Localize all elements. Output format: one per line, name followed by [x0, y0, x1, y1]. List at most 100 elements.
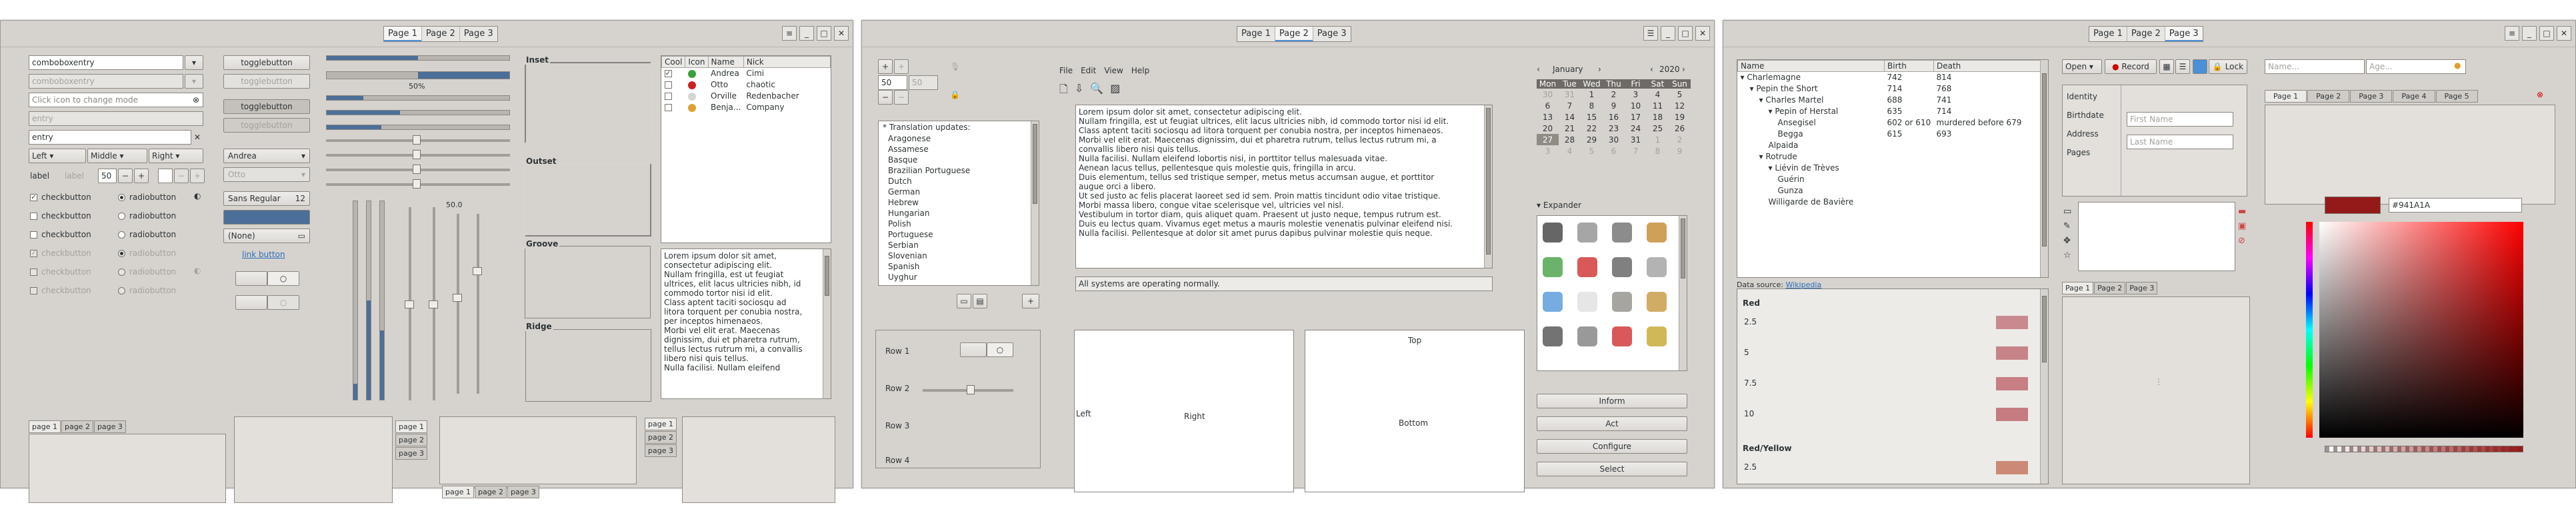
name-field[interactable]: Name...	[2265, 59, 2365, 74]
column-header[interactable]: Name	[707, 56, 744, 68]
scrollbar[interactable]	[823, 249, 831, 398]
file-chooser-button[interactable]: (None) ▭	[223, 229, 310, 243]
scale-knob[interactable]	[405, 300, 414, 308]
calendar-year[interactable]: 2020	[1659, 65, 1680, 74]
link-button[interactable]: link button	[242, 250, 285, 259]
calendar-day[interactable]: 3	[1625, 89, 1647, 100]
calendar-day[interactable]: 31	[1625, 134, 1647, 145]
calendar-day[interactable]: 24	[1625, 123, 1647, 134]
game-icon[interactable]	[1612, 326, 1632, 346]
scale-knob[interactable]	[453, 294, 462, 302]
screen-icon[interactable]	[1647, 292, 1667, 312]
calendar-day[interactable]: 9	[1603, 100, 1625, 111]
tree-row[interactable]: Otto chaotic	[662, 79, 831, 91]
switch-track[interactable]	[960, 342, 987, 357]
calendar-day[interactable]: 20	[1537, 123, 1559, 134]
language-item[interactable]: German	[879, 187, 1039, 197]
scale-1[interactable]	[326, 135, 510, 145]
vscale-3[interactable]	[453, 214, 462, 394]
scale-knob[interactable]	[967, 385, 975, 394]
act-button[interactable]: Act	[1537, 416, 1687, 431]
calendar-day[interactable]: 28	[1559, 134, 1581, 145]
webcam-icon[interactable]	[1543, 292, 1563, 312]
clear-icon[interactable]: ⊗	[193, 95, 199, 105]
tree-row[interactable]: Gunza	[1738, 185, 2048, 197]
column-header[interactable]: Death	[1933, 60, 2048, 72]
notebook-tab[interactable]: page 2	[645, 431, 677, 444]
open-button[interactable]: Open ▾	[2062, 59, 2102, 74]
togglebutton-1[interactable]: togglebutton	[223, 55, 310, 70]
calendar-day[interactable]: 30	[1537, 89, 1559, 100]
calendar-day[interactable]: 7	[1559, 100, 1581, 111]
notebook-tab[interactable]: Page 2	[2307, 90, 2350, 103]
calendar-day[interactable]: 13	[1537, 111, 1559, 123]
calendar-day[interactable]: 6	[1603, 145, 1625, 157]
text-view[interactable]: Lorem ipsum dolor sit amet, consectetur …	[661, 249, 831, 399]
cool-cell[interactable]: ✓	[662, 68, 685, 79]
checkbutton-2[interactable]: checkbutton	[30, 211, 91, 221]
hex-entry[interactable]: #941A1A	[2389, 198, 2522, 213]
drawing-area[interactable]	[2078, 202, 2235, 271]
view-icon[interactable]	[2193, 59, 2207, 74]
minus-icon[interactable]: ▬	[2238, 205, 2246, 219]
editor-text-view[interactable]: Lorem ipsum dolor sit amet, consectetur …	[1075, 105, 1493, 268]
clock-icon[interactable]	[1612, 292, 1632, 312]
record-button[interactable]: ● Record	[2105, 59, 2157, 74]
scale-knob[interactable]	[413, 150, 421, 159]
printer-icon[interactable]	[1647, 257, 1667, 277]
radiobutton-3[interactable]: radiobutton	[118, 230, 176, 239]
calendar-day[interactable]: 9	[1669, 145, 1691, 157]
first-name-field[interactable]: First Name	[2127, 112, 2233, 127]
vscale-4[interactable]	[473, 214, 482, 394]
hue-slider[interactable]	[2306, 222, 2313, 438]
calendar-day[interactable]: 1	[1647, 134, 1669, 145]
notebook-tab[interactable]: page 3	[645, 444, 677, 457]
select-button[interactable]: Select	[1537, 462, 1687, 476]
speaker-icon[interactable]	[1647, 223, 1667, 243]
minimize-button[interactable]: _	[1661, 26, 1675, 41]
color-plane[interactable]	[2319, 222, 2523, 438]
document-icon[interactable]	[1577, 292, 1597, 312]
media-icon[interactable]	[1612, 257, 1632, 277]
calendar-day[interactable]: 2	[1669, 134, 1691, 145]
expander[interactable]: ▾ Expander	[1537, 201, 1581, 210]
calendar-day[interactable]: 6	[1537, 100, 1559, 111]
close-button[interactable]: ✕	[834, 26, 849, 41]
language-item[interactable]: Basque	[879, 155, 1039, 165]
tab-page-3[interactable]: Page 3	[460, 27, 497, 41]
calendar-day[interactable]: 1	[1581, 89, 1603, 100]
minimize-button[interactable]: _	[2522, 26, 2537, 41]
brush-icon[interactable]	[1647, 326, 1667, 346]
clear-icon[interactable]: ✕	[194, 133, 201, 142]
calendar-day[interactable]: 25	[1647, 123, 1669, 134]
phone-icon[interactable]	[1543, 257, 1563, 277]
color-row[interactable]: 7.5	[1737, 373, 2048, 404]
language-list[interactable]: * Translation updates: Aragonese Assamese…	[878, 121, 1039, 286]
notebook-tab[interactable]: page 3	[395, 447, 427, 460]
tab-page-1[interactable]: Page 1	[2089, 27, 2127, 41]
andrea-combo[interactable]: Andrea ▾	[223, 149, 310, 163]
radiobutton-2[interactable]: radiobutton	[118, 211, 176, 221]
language-item[interactable]: Assamese	[879, 144, 1039, 155]
language-item[interactable]: Spanish	[879, 261, 1039, 272]
cool-cell[interactable]	[662, 91, 685, 102]
column-header[interactable]: Nick	[743, 56, 831, 68]
scrollbar[interactable]	[2040, 60, 2048, 277]
sidebar-item-pages[interactable]: Pages	[2067, 148, 2090, 157]
next-year-icon[interactable]: ›	[1682, 65, 1685, 74]
notebook-tab[interactable]: Page 3	[2126, 282, 2158, 294]
notebook-tab[interactable]: page 1	[645, 418, 677, 430]
tree-row[interactable]: ▾ Liévin de Trèves	[1738, 163, 2048, 174]
next-month-icon[interactable]: ›	[1598, 65, 1601, 74]
checkbutton-1[interactable]: ✓ checkbutton	[30, 193, 91, 202]
language-item[interactable]: Serbian	[879, 240, 1039, 251]
column-header[interactable]: Birth	[1884, 60, 1934, 72]
scrollbar[interactable]	[1484, 105, 1492, 268]
scale-knob[interactable]	[473, 267, 482, 275]
menu-edit[interactable]: Edit	[1081, 66, 1096, 75]
language-item[interactable]: Slovenian	[879, 251, 1039, 261]
sidebar-item-birthdate[interactable]: Birthdate	[2067, 111, 2104, 120]
scale-knob[interactable]	[413, 165, 421, 174]
prev-month-icon[interactable]: ‹	[1537, 65, 1540, 74]
tool-icon[interactable]: ✎	[2063, 219, 2071, 234]
